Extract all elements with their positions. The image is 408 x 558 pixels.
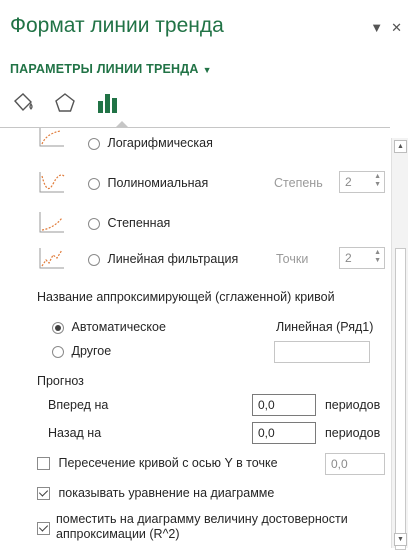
label-show-r2-line2: аппроксимации (R^2) xyxy=(56,527,180,541)
label-periods-forward: периодов xyxy=(325,398,381,412)
automatic-name-value: Линейная (Ряд1) xyxy=(276,320,374,334)
scrollbar-thumb[interactable] xyxy=(395,248,406,550)
label-forecast-forward: Вперед на xyxy=(48,398,109,412)
radio-logarithmic[interactable] xyxy=(88,137,100,150)
points-value: 2 xyxy=(345,251,352,265)
trend-option-polynomial[interactable]: Полиномиальная Степень 2 ▲ ▼ xyxy=(0,168,390,196)
spinner-arrows-icon[interactable]: ▲ ▼ xyxy=(374,173,381,189)
label-forecast-backward: Назад на xyxy=(48,426,102,440)
checkbox-show-r2[interactable] xyxy=(37,522,50,535)
label-set-intercept: Пересечение кривой с осью Y в точке xyxy=(58,456,278,470)
vertical-scrollbar[interactable]: ▲ ▼ xyxy=(391,138,408,550)
show-r2-row[interactable]: поместить на диаграмму величину достовер… xyxy=(0,512,390,546)
label-moving-average: Линейная фильтрация xyxy=(107,252,239,266)
options-scroll-area: Логарифмическая Полиномиальная Степень 2… xyxy=(0,128,390,558)
pentagon-icon xyxy=(55,93,75,112)
intercept-input[interactable]: 0,0 xyxy=(325,453,385,475)
forecast-forward-row: Вперед на 0,0 периодов xyxy=(0,394,390,418)
options-dropdown-label: ПАРАМЕТРЫ ЛИНИИ ТРЕНДА xyxy=(10,62,199,76)
category-tabs xyxy=(10,88,120,118)
points-spinner[interactable]: 2 ▲ ▼ xyxy=(339,247,385,269)
spinner-arrows-icon[interactable]: ▲ ▼ xyxy=(374,249,381,265)
degree-spinner[interactable]: 2 ▲ ▼ xyxy=(339,171,385,193)
trend-option-power[interactable]: Степенная xyxy=(0,208,390,236)
label-degree: Степень xyxy=(274,176,323,190)
tab-effects[interactable] xyxy=(52,90,78,116)
close-icon[interactable]: ✕ xyxy=(391,20,402,36)
radio-name-custom[interactable] xyxy=(52,345,64,358)
trend-option-logarithmic[interactable]: Логарифмическая xyxy=(0,128,390,152)
chevron-down-icon: ▼ xyxy=(202,65,212,75)
label-logarithmic: Логарифмическая xyxy=(107,136,213,150)
dropdown-arrow-icon[interactable]: ▼ xyxy=(370,20,383,36)
radio-power[interactable] xyxy=(88,217,100,230)
log-trend-icon xyxy=(39,128,64,147)
header-icons: ▼ ✕ xyxy=(370,20,402,36)
tab-fill-line[interactable] xyxy=(10,90,36,116)
label-name-automatic: Автоматическое xyxy=(71,320,166,334)
bar-chart-icon xyxy=(98,94,117,113)
forecast-heading: Прогноз xyxy=(37,374,84,388)
forecast-backward-input[interactable]: 0,0 xyxy=(252,422,316,444)
forecast-backward-row: Назад на 0,0 периодов xyxy=(0,422,390,446)
label-power: Степенная xyxy=(107,216,171,230)
degree-value: 2 xyxy=(345,175,352,189)
name-custom-row[interactable]: Другое xyxy=(0,340,390,364)
radio-name-automatic[interactable] xyxy=(52,321,64,334)
label-show-r2-line1: поместить на диаграмму величину достовер… xyxy=(56,512,348,526)
scroll-down-icon[interactable]: ▼ xyxy=(394,533,407,546)
show-equation-row[interactable]: показывать уравнение на диаграмме xyxy=(0,482,390,504)
label-periods-backward: периодов xyxy=(325,426,381,440)
checkbox-set-intercept[interactable] xyxy=(37,457,50,471)
tab-trendline-options[interactable] xyxy=(94,90,120,116)
set-intercept-row[interactable]: Пересечение кривой с осью Y в точке 0,0 xyxy=(0,452,390,476)
name-automatic-row[interactable]: Автоматическое Линейная (Ряд1) xyxy=(0,318,390,338)
label-points: Точки xyxy=(276,252,309,266)
checkbox-show-equation[interactable] xyxy=(37,487,50,501)
label-show-equation: показывать уравнение на диаграмме xyxy=(58,486,275,500)
options-dropdown[interactable]: ПАРАМЕТРЫ ЛИНИИ ТРЕНДА ▼ xyxy=(10,62,212,76)
moving-average-trend-icon xyxy=(39,248,64,269)
scroll-up-icon[interactable]: ▲ xyxy=(394,140,407,153)
custom-name-input[interactable] xyxy=(274,341,370,363)
trendline-name-heading: Название аппроксимирующей (сглаженной) к… xyxy=(37,290,335,304)
radio-moving-average[interactable] xyxy=(88,253,100,266)
pane-title: Формат линии тренда xyxy=(10,14,224,37)
label-polynomial: Полиномиальная xyxy=(107,176,209,190)
radio-polynomial[interactable] xyxy=(88,177,100,190)
label-name-custom: Другое xyxy=(71,344,112,358)
paint-bucket-icon xyxy=(14,93,33,112)
format-trendline-pane: Формат линии тренда ▼ ✕ ПАРАМЕТРЫ ЛИНИИ … xyxy=(0,0,408,558)
polynomial-trend-icon xyxy=(39,172,65,193)
power-trend-icon xyxy=(39,212,64,233)
forecast-forward-input[interactable]: 0,0 xyxy=(252,394,316,416)
trend-option-moving-average[interactable]: Линейная фильтрация Точки 2 ▲ ▼ xyxy=(0,244,390,272)
